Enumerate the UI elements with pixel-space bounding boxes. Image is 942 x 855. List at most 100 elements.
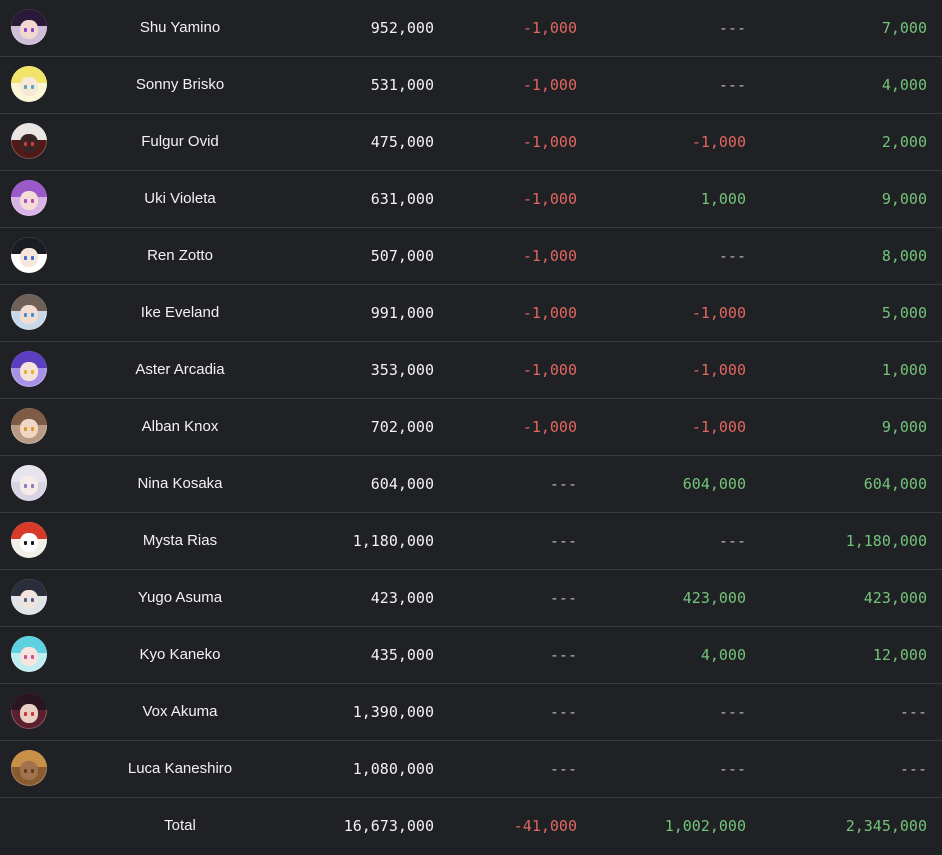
subscriber-table: Shu Yamino 952,000 -1,000 --- 7,000 Sonny Bri… [0, 0, 942, 855]
avatar [11, 750, 47, 786]
change-value: -1,000 [691, 304, 746, 322]
avatar-eye [24, 28, 27, 32]
avatar-face [20, 20, 38, 39]
avatar-face [20, 704, 38, 723]
avatar-image [11, 123, 47, 159]
table-row: Luca Kaneshiro 1,080,000 --- --- --- [0, 741, 942, 798]
table-row: Kyo Kaneko 435,000 --- 4,000 12,000 [0, 627, 942, 684]
subscriber-count: 475,000 [370, 133, 434, 151]
avatar [11, 522, 47, 558]
avatar-eye [31, 199, 34, 203]
change-value: 7,000 [881, 19, 927, 37]
avatar-face [20, 305, 38, 324]
avatar-image [11, 294, 47, 330]
subscriber-count: 952,000 [370, 19, 434, 37]
change-value: --- [899, 760, 927, 778]
avatar [11, 465, 47, 501]
avatar [11, 9, 47, 45]
subscriber-count: 423,000 [370, 589, 434, 607]
avatar-face [20, 761, 38, 780]
change-value: --- [718, 532, 746, 550]
member-name: Vox Akuma [142, 703, 218, 720]
avatar-image [11, 465, 47, 501]
avatar-eye [24, 541, 27, 545]
change-value: 604,000 [682, 475, 746, 493]
avatar-eye [24, 142, 27, 146]
change-value: 8,000 [881, 247, 927, 265]
change-value: --- [899, 703, 927, 721]
avatar-image [11, 351, 47, 387]
avatar-eye [24, 256, 27, 260]
change-value: --- [718, 760, 746, 778]
avatar-face [20, 134, 38, 153]
avatar [11, 237, 47, 273]
change-value: -1,000 [691, 361, 746, 379]
change-value: -1,000 [691, 418, 746, 436]
avatar-eye [24, 484, 27, 488]
table-row: Fulgur Ovid 475,000 -1,000 -1,000 2,000 [0, 114, 942, 171]
avatar [11, 180, 47, 216]
change-value: -1,000 [522, 418, 577, 436]
table-row: Sonny Brisko 531,000 -1,000 --- 4,000 [0, 57, 942, 114]
subscriber-count: 507,000 [370, 247, 434, 265]
avatar-eye [24, 655, 27, 659]
avatar-eye [31, 769, 34, 773]
avatar-eye [24, 427, 27, 431]
member-name: Ike Eveland [140, 304, 220, 321]
change-value: 4,000 [700, 646, 746, 664]
member-name: Fulgur Ovid [141, 133, 219, 150]
change-value: -1,000 [691, 133, 746, 151]
total-change-value: 2,345,000 [845, 817, 927, 835]
change-value: --- [718, 19, 746, 37]
subscriber-count: 1,080,000 [352, 760, 434, 778]
avatar-eye [24, 199, 27, 203]
change-value: -1,000 [522, 361, 577, 379]
avatar-eye [31, 313, 34, 317]
member-name: Sonny Brisko [135, 76, 225, 93]
avatar-eye [24, 313, 27, 317]
avatar-face [20, 476, 38, 495]
member-name: Uki Violeta [144, 190, 216, 207]
total-subscriber-count: 16,673,000 [343, 817, 434, 835]
table-row: Yugo Asuma 423,000 --- 423,000 423,000 [0, 570, 942, 627]
subscriber-count: 604,000 [370, 475, 434, 493]
change-value: 1,180,000 [845, 532, 927, 550]
avatar-eye [31, 142, 34, 146]
avatar [11, 123, 47, 159]
member-name: Aster Arcadia [135, 361, 225, 378]
total-change-value: -41,000 [513, 817, 577, 835]
member-name: Mysta Rias [142, 532, 218, 549]
avatar-image [11, 693, 47, 729]
change-value: --- [549, 646, 577, 664]
avatar-face [20, 248, 38, 267]
avatar-face [20, 77, 38, 96]
subscriber-count: 435,000 [370, 646, 434, 664]
avatar [11, 66, 47, 102]
subscriber-count: 1,390,000 [352, 703, 434, 721]
avatar-image [11, 750, 47, 786]
change-value: --- [718, 247, 746, 265]
change-value: --- [718, 76, 746, 94]
avatar-eye [31, 541, 34, 545]
avatar-face [20, 419, 38, 438]
avatar-image [11, 579, 47, 615]
change-value: -1,000 [522, 133, 577, 151]
member-name: Kyo Kaneko [139, 646, 221, 663]
member-name: Alban Knox [141, 418, 219, 435]
avatar-eye [31, 427, 34, 431]
avatar-eye [31, 484, 34, 488]
avatar [11, 636, 47, 672]
avatar-image [11, 180, 47, 216]
change-value: -1,000 [522, 76, 577, 94]
avatar-eye [24, 598, 27, 602]
change-value: --- [549, 703, 577, 721]
avatar-image [11, 408, 47, 444]
avatar-face [20, 362, 38, 381]
table-row: Ike Eveland 991,000 -1,000 -1,000 5,000 [0, 285, 942, 342]
subscriber-count: 631,000 [370, 190, 434, 208]
change-value: --- [549, 760, 577, 778]
avatar-face [20, 590, 38, 609]
change-value: -1,000 [522, 19, 577, 37]
avatar-eye [24, 370, 27, 374]
avatar-image [11, 636, 47, 672]
